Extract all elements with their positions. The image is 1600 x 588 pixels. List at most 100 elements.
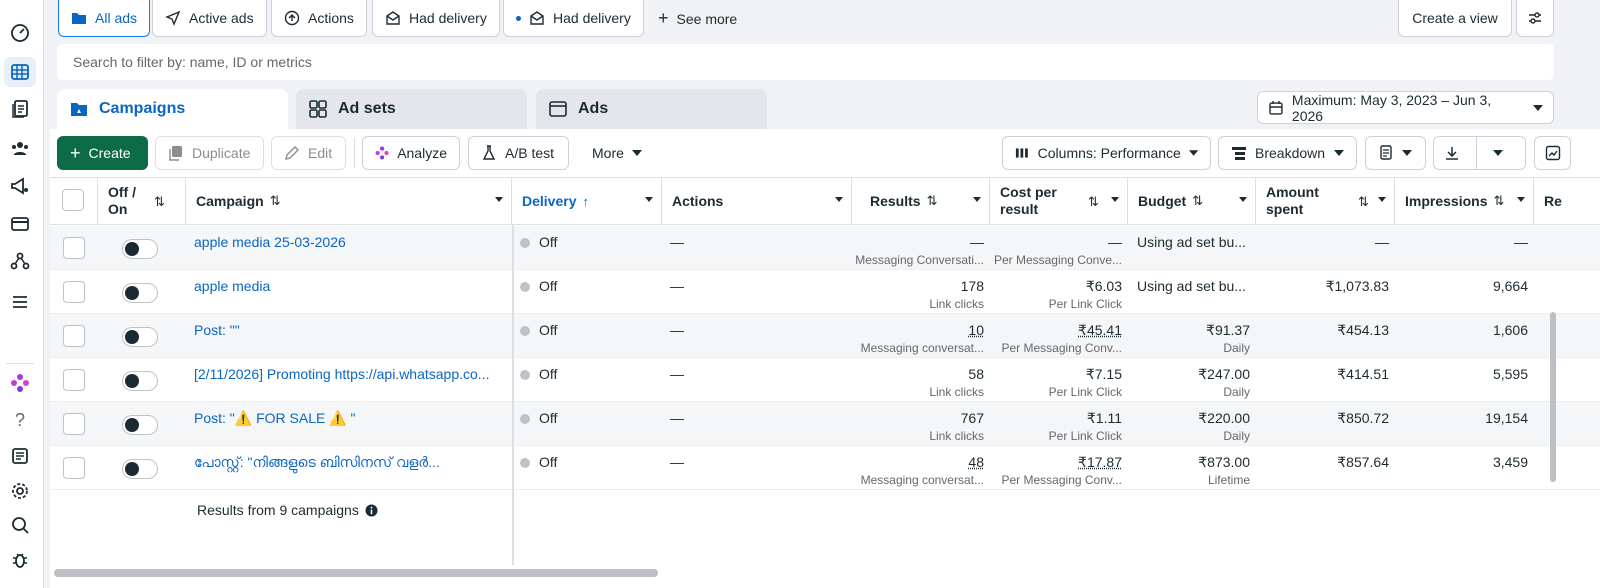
- campaign-settings-icon[interactable]: [4, 171, 36, 201]
- column-amount-spent[interactable]: Amount spent ⇅: [1256, 178, 1395, 224]
- audience-icon[interactable]: [4, 133, 36, 163]
- campaign-toggle[interactable]: [122, 327, 158, 347]
- campaign-name-link[interactable]: പോസ്റ്റ്: "നിങ്ങളുടെ ബിസിനസ് വളർ...: [194, 454, 440, 471]
- plus-icon: +: [658, 8, 669, 28]
- tab-ad-sets[interactable]: Ad sets: [296, 89, 527, 129]
- more-dropdown[interactable]: More: [580, 136, 654, 170]
- campaign-toggle[interactable]: [122, 415, 158, 435]
- column-off-on[interactable]: Off / On ⇅: [98, 178, 186, 224]
- campaign-name-link[interactable]: apple media: [194, 278, 270, 294]
- column-cost-per-result[interactable]: Cost per result ⇅: [990, 178, 1128, 224]
- horizontal-scrollbar[interactable]: [54, 569, 658, 577]
- filter-had-delivery[interactable]: Had delivery: [372, 0, 500, 37]
- campaign-name-link[interactable]: Post: "": [194, 322, 240, 338]
- results-value: 178: [960, 278, 984, 294]
- actions-cell: —: [662, 358, 852, 402]
- column-impressions[interactable]: Impressions ⇅: [1395, 178, 1534, 224]
- documents-icon[interactable]: [4, 94, 36, 124]
- campaign-toggle[interactable]: [122, 459, 158, 479]
- filter-had-delivery-modified[interactable]: Had delivery: [503, 0, 644, 37]
- campaign-name-link[interactable]: apple media 25-03-2026: [194, 234, 346, 250]
- tab-ads[interactable]: Ads: [536, 89, 767, 129]
- date-range-picker[interactable]: Maximum: May 3, 2023 – Jun 3, 2026: [1257, 91, 1554, 124]
- settings-icon[interactable]: [4, 476, 36, 506]
- sort-icon: ⇅: [269, 193, 281, 208]
- ai-icon[interactable]: [4, 368, 36, 398]
- analyze-button[interactable]: Analyze: [362, 136, 460, 170]
- columns-dropdown[interactable]: Columns: Performance: [1002, 136, 1211, 170]
- help-icon[interactable]: ?: [4, 405, 36, 435]
- caret-down-icon: [645, 197, 653, 202]
- campaign-name-link[interactable]: [2/11/2026] Promoting https://api.whatsa…: [194, 366, 489, 382]
- sort-ascending-icon: ↑: [582, 193, 589, 209]
- row-checkbox[interactable]: [63, 325, 85, 347]
- status-dot: [520, 326, 530, 336]
- sparkle-icon: [375, 146, 389, 160]
- impressions-cell: 9,664: [1395, 270, 1534, 314]
- breakdown-label: Breakdown: [1255, 145, 1326, 161]
- billing-icon[interactable]: [4, 209, 36, 239]
- campaign-toggle[interactable]: [122, 283, 158, 303]
- breakdown-dropdown[interactable]: Breakdown: [1218, 136, 1357, 170]
- column-actions[interactable]: Actions: [662, 178, 852, 224]
- see-more-button[interactable]: + See more: [658, 0, 737, 37]
- filter-active-ads[interactable]: Active ads: [152, 0, 267, 37]
- tab-campaigns[interactable]: Campaigns: [57, 89, 288, 129]
- table-row[interactable]: [2/11/2026] Promoting https://api.whatsa…: [50, 358, 1600, 402]
- row-checkbox[interactable]: [63, 457, 85, 479]
- row-checkbox[interactable]: [63, 413, 85, 435]
- dashboard-icon[interactable]: [4, 18, 36, 48]
- duplicate-icon: [169, 146, 182, 161]
- campaign-toggle[interactable]: [122, 239, 158, 259]
- column-budget[interactable]: Budget ⇅: [1128, 178, 1256, 224]
- duplicate-button[interactable]: Duplicate: [155, 136, 264, 170]
- filter-actions[interactable]: Actions: [271, 0, 367, 37]
- table-row[interactable]: apple media 25-03-2026 Off — — Messaging Con…: [50, 226, 1600, 270]
- info-icon[interactable]: [365, 503, 378, 517]
- chart-view-button[interactable]: [1534, 136, 1571, 170]
- search-filter-input[interactable]: Search to filter by: name, ID or metrics: [57, 44, 1554, 80]
- table-row[interactable]: പോസ്റ്റ്: "നിങ്ങളുടെ ബിസിനസ് വളർ... Off — 4…: [50, 446, 1600, 490]
- column-results[interactable]: Results ⇅: [852, 178, 990, 224]
- campaign-toggle[interactable]: [122, 371, 158, 391]
- folder-icon: [72, 13, 86, 24]
- results-value: 767: [960, 410, 984, 426]
- date-range-label: Maximum: May 3, 2023 – Jun 3, 2026: [1291, 91, 1492, 124]
- impressions-value: 3,459: [1492, 454, 1528, 470]
- bug-icon[interactable]: [4, 545, 36, 575]
- results-summary: Results from 9 campaigns: [197, 502, 378, 518]
- edit-button[interactable]: Edit: [271, 136, 346, 170]
- column-delivery[interactable]: Delivery ↑: [512, 178, 662, 224]
- row-select-cell: [50, 446, 98, 490]
- campaign-folder-icon: [71, 103, 87, 116]
- ab-test-button[interactable]: A/B test: [468, 136, 569, 170]
- ad-window-icon: [549, 101, 567, 117]
- table-row[interactable]: Post: "⚠️ FOR SALE ⚠️ " Off — 767 Link click…: [50, 402, 1600, 446]
- vertical-scrollbar[interactable]: [1550, 312, 1556, 482]
- row-checkbox[interactable]: [63, 281, 85, 303]
- connections-icon[interactable]: [4, 246, 36, 276]
- search-icon[interactable]: [4, 510, 36, 540]
- column-campaign[interactable]: Campaign ⇅: [186, 178, 512, 224]
- select-all-checkbox[interactable]: [62, 189, 84, 211]
- create-button[interactable]: + Create: [57, 136, 148, 170]
- news-icon[interactable]: [4, 441, 36, 471]
- reports-dropdown[interactable]: [1365, 136, 1426, 170]
- table-row[interactable]: apple media Off — 178 Link clicks ₹6.03 Per Li…: [50, 270, 1600, 314]
- table-icon[interactable]: [4, 57, 36, 87]
- filter-all-ads[interactable]: All ads: [58, 0, 151, 37]
- menu-icon[interactable]: [4, 287, 36, 317]
- campaign-name-link[interactable]: Post: "⚠️ FOR SALE ⚠️ ": [194, 410, 356, 427]
- column-label: Budget: [1138, 193, 1187, 209]
- export-dropdown[interactable]: [1433, 136, 1526, 170]
- table-row[interactable]: Post: "" Off — 10 Messaging conversat... ₹45.…: [50, 314, 1600, 358]
- send-icon: [165, 10, 181, 26]
- view-settings-button[interactable]: [1516, 0, 1554, 37]
- create-view-button[interactable]: Create a view: [1398, 0, 1512, 37]
- column-reach[interactable]: Re: [1534, 178, 1600, 224]
- row-checkbox[interactable]: [63, 369, 85, 391]
- actions-value: —: [670, 278, 684, 294]
- row-checkbox[interactable]: [63, 237, 85, 259]
- budget-cell: Using ad set bu...: [1128, 226, 1256, 270]
- cost-type: Per Messaging Conv...: [1001, 341, 1123, 355]
